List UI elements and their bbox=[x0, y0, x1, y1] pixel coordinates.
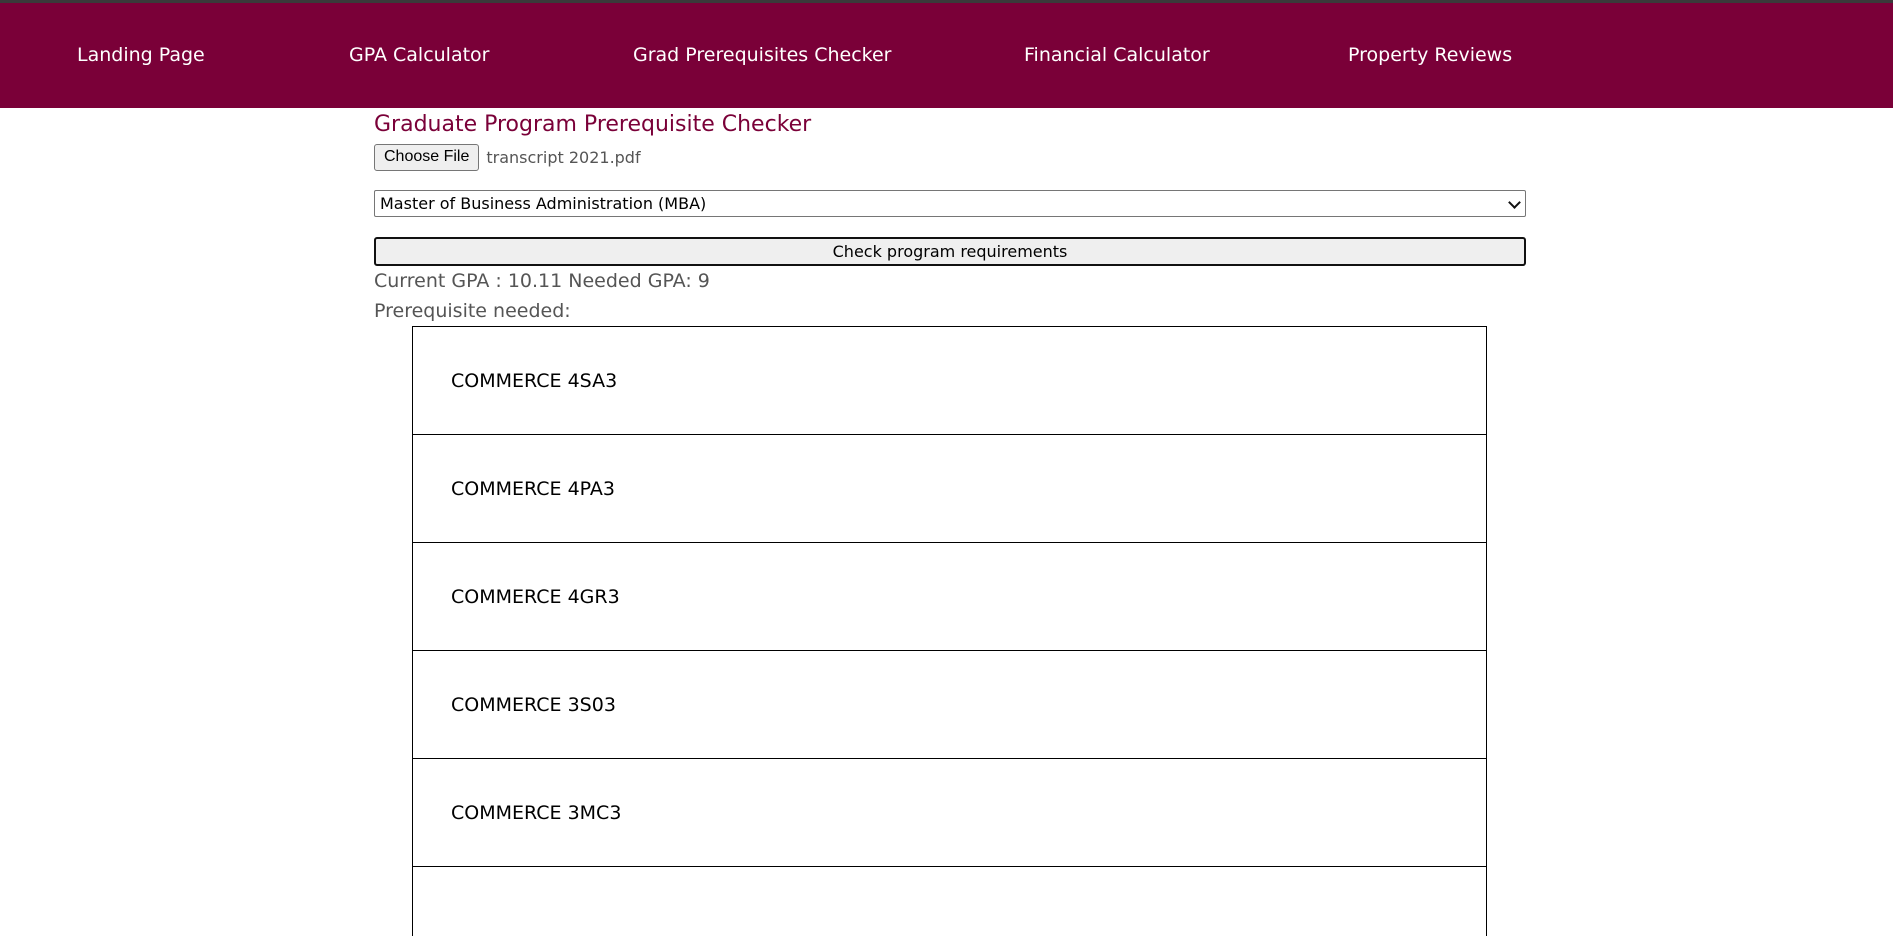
selected-file-name: transcript 2021.pdf bbox=[486, 147, 641, 167]
chevron-down-icon bbox=[1508, 195, 1521, 209]
file-upload: Choose File transcript 2021.pdf bbox=[374, 143, 641, 171]
page-title: Graduate Program Prerequisite Checker bbox=[374, 112, 812, 137]
check-requirements-button[interactable]: Check program requirements bbox=[374, 237, 1526, 266]
nav-property-reviews[interactable]: Property Reviews bbox=[1348, 3, 1512, 108]
program-select-value: Master of Business Administration (MBA) bbox=[380, 194, 707, 213]
gpa-status: Current GPA : 10.11 Needed GPA: 9 bbox=[374, 270, 710, 292]
list-item: COMMERCE 4PA3 bbox=[412, 434, 1487, 542]
prerequisite-label: Prerequisite needed: bbox=[374, 300, 571, 322]
list-item: COMMERCE 3S03 bbox=[412, 650, 1487, 758]
nav-landing-page[interactable]: Landing Page bbox=[77, 3, 205, 108]
list-item bbox=[412, 866, 1487, 936]
nav-financial-calculator[interactable]: Financial Calculator bbox=[1024, 3, 1210, 108]
list-item: COMMERCE 4SA3 bbox=[412, 326, 1487, 434]
choose-file-button[interactable]: Choose File bbox=[374, 143, 480, 171]
top-nav: Landing Page GPA Calculator Grad Prerequ… bbox=[0, 3, 1893, 108]
nav-gpa-calculator[interactable]: GPA Calculator bbox=[349, 3, 490, 108]
nav-grad-prerequisites-checker[interactable]: Grad Prerequisites Checker bbox=[633, 3, 891, 108]
list-item: COMMERCE 3MC3 bbox=[412, 758, 1487, 866]
program-select[interactable]: Master of Business Administration (MBA) bbox=[374, 190, 1526, 217]
prerequisite-list: COMMERCE 4SA3 COMMERCE 4PA3 COMMERCE 4GR… bbox=[412, 326, 1487, 936]
list-item: COMMERCE 4GR3 bbox=[412, 542, 1487, 650]
